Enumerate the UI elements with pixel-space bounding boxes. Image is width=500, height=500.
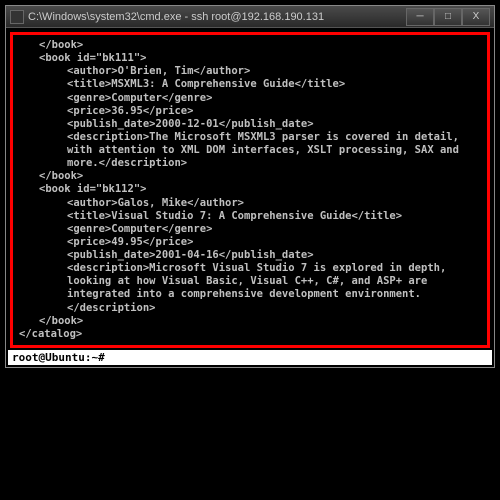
titlebar[interactable]: C:\Windows\system32\cmd.exe - ssh root@1… [6, 6, 494, 28]
xml-output: <author>O'Brien, Tim</author> [19, 65, 481, 78]
terminal-content[interactable]: </book> <book id="bk111"> <author>O'Brie… [6, 28, 494, 367]
xml-output: <genre>Computer</genre> [19, 92, 481, 105]
xml-output: <author>Galos, Mike</author> [19, 197, 481, 210]
xml-output: </catalog> [19, 328, 481, 341]
xml-output: <title>Visual Studio 7: A Comprehensive … [19, 210, 481, 223]
xml-output: <publish_date>2000-12-01</publish_date> [19, 118, 481, 131]
xml-output: </book> [19, 315, 481, 328]
xml-output: <title>MSXML3: A Comprehensive Guide</ti… [19, 78, 481, 91]
xml-output: <book id="bk111"> [19, 52, 481, 65]
xml-output: <description>Microsoft Visual Studio 7 i… [19, 262, 481, 315]
xml-output: </book> [19, 39, 481, 52]
xml-output: <description>The Microsoft MSXML3 parser… [19, 131, 481, 170]
maximize-button[interactable]: □ [434, 8, 462, 26]
window-title: C:\Windows\system32\cmd.exe - ssh root@1… [28, 11, 406, 23]
xml-output: <price>36.95</price> [19, 105, 481, 118]
xml-output: <publish_date>2001-04-16</publish_date> [19, 249, 481, 262]
highlight-box: </book> <book id="bk111"> <author>O'Brie… [10, 32, 490, 348]
xml-output: <book id="bk112"> [19, 183, 481, 196]
shell-prompt[interactable]: root@Ubuntu:~# [8, 350, 492, 365]
cmd-icon [10, 10, 24, 24]
minimize-button[interactable]: ─ [406, 8, 434, 26]
window-controls: ─ □ X [406, 8, 490, 26]
xml-output: <price>49.95</price> [19, 236, 481, 249]
xml-output: </book> [19, 170, 481, 183]
close-button[interactable]: X [462, 8, 490, 26]
xml-output: <genre>Computer</genre> [19, 223, 481, 236]
cmd-window: C:\Windows\system32\cmd.exe - ssh root@1… [5, 5, 495, 368]
